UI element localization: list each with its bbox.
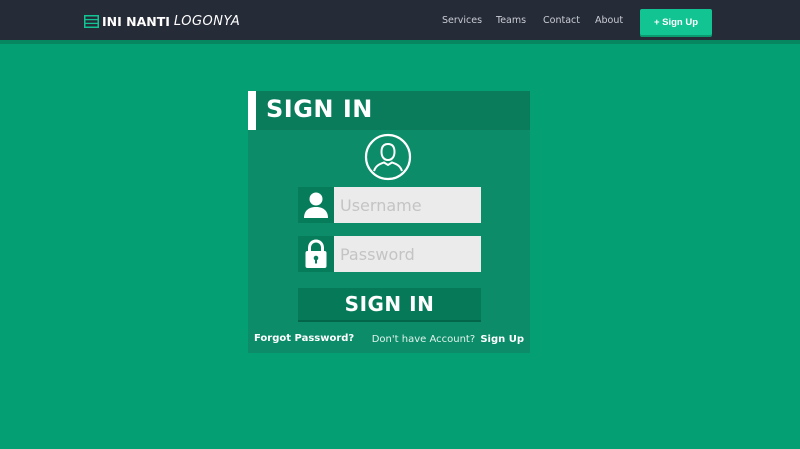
- signup-button[interactable]: + Sign Up: [640, 9, 712, 35]
- signin-button[interactable]: SIGN IN: [298, 288, 481, 322]
- lock-icon: [298, 236, 334, 272]
- user-circle-icon: [364, 133, 412, 181]
- password-row: [298, 236, 481, 272]
- header-accent-bar: [248, 91, 256, 130]
- login-header: SIGN IN: [248, 91, 530, 130]
- brand-name: INI NANTI: [102, 13, 170, 29]
- nav-link-teams[interactable]: Teams: [496, 15, 526, 26]
- navbar: INI NANTI LOGONYA Services Teams Contact…: [0, 0, 800, 44]
- brand-tagline: LOGONYA: [173, 13, 241, 29]
- username-input[interactable]: [334, 187, 481, 223]
- password-input[interactable]: [334, 236, 481, 272]
- user-icon: [298, 187, 334, 223]
- nav-link-services[interactable]: Services: [442, 15, 482, 26]
- signup-prompt: Don't have Account? Sign Up: [372, 334, 524, 345]
- nav-link-about[interactable]: About: [595, 15, 623, 26]
- server-stack-icon: [84, 14, 99, 28]
- signup-link[interactable]: Sign Up: [480, 334, 524, 345]
- username-row: [298, 187, 481, 223]
- login-title: SIGN IN: [266, 95, 373, 123]
- brand-logo[interactable]: INI NANTI LOGONYA: [84, 12, 240, 30]
- nav-link-contact[interactable]: Contact: [543, 15, 580, 26]
- forgot-password-link[interactable]: Forgot Password?: [254, 333, 354, 344]
- login-panel: SIGN IN SIGN IN Forgot Password?: [248, 91, 530, 353]
- account-prompt-text: Don't have Account?: [371, 334, 476, 345]
